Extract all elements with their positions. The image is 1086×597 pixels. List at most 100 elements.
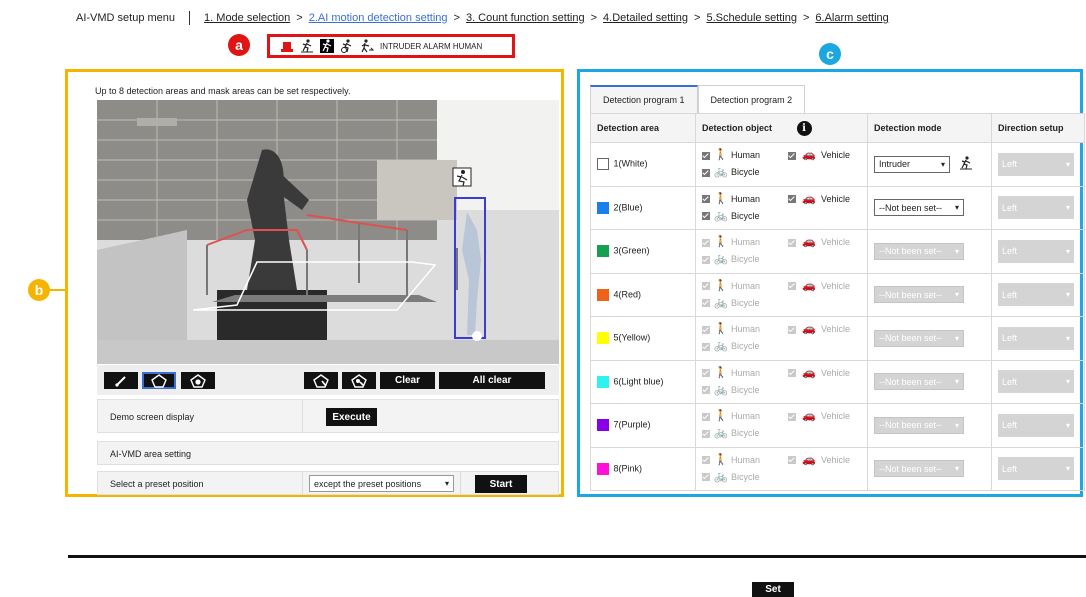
detection-mode-value: --Not been set-- — [879, 202, 943, 213]
vehicle-checkbox[interactable] — [788, 151, 796, 160]
nav-step-schedule-setting[interactable]: 5.Schedule setting — [706, 12, 797, 24]
chevron-down-icon: ▾ — [1065, 333, 1070, 343]
detection-area-cell: 4(Red) — [590, 272, 696, 317]
detection-object-cell: 🚶 Human 🚗 Vehicle 🚲 Bicycle — [695, 229, 868, 274]
direction-select: Left ▾ — [998, 326, 1074, 350]
area-select-icon — [313, 373, 329, 388]
polygon-tool-button[interactable] — [142, 372, 176, 389]
status-text: INTRUDER ALARM HUMAN — [380, 41, 483, 51]
callout-c: c — [819, 43, 841, 65]
area-color-swatch — [597, 245, 609, 258]
human-icon: 🚶 — [714, 192, 728, 205]
row-divider — [460, 472, 461, 494]
bicycle-icon: 🚲 — [714, 470, 728, 483]
area-label: 5(Yellow) — [613, 332, 651, 343]
vehicle-checkbox[interactable] — [788, 195, 796, 204]
vehicle-checkbox[interactable] — [788, 456, 796, 465]
header-detection-mode: Detection mode — [867, 113, 992, 143]
all-clear-button[interactable]: All clear — [439, 372, 545, 389]
vehicle-checkbox[interactable] — [788, 238, 796, 247]
nav-step-count-function[interactable]: 3. Count function setting — [466, 12, 585, 24]
line-tool-button[interactable] — [104, 372, 138, 389]
bicycle-checkbox[interactable] — [702, 342, 710, 351]
vehicle-icon: 🚗 — [802, 149, 816, 162]
vehicle-checkbox[interactable] — [788, 369, 796, 378]
area-select-button[interactable] — [304, 372, 338, 389]
tab-detection-program-2[interactable]: Detection program 2 — [697, 85, 806, 113]
nav-step-ai-motion-detection[interactable]: 2.AI motion detection setting — [309, 12, 448, 24]
human-checkbox[interactable] — [702, 195, 710, 204]
human-label: Human — [731, 237, 761, 248]
camera-preview[interactable] — [97, 100, 559, 364]
direction-value: Left — [1002, 289, 1018, 300]
detection-mode-select[interactable]: Intruder ▾ — [874, 155, 950, 173]
set-button[interactable]: Set — [752, 582, 794, 597]
detection-area-cell: 6(Light blue) — [590, 359, 696, 404]
info-icon[interactable]: i — [796, 120, 812, 136]
chevron-down-icon: ▾ — [954, 290, 959, 300]
header-direction-setup: Direction setup — [991, 113, 1085, 143]
alarm-lamp-icon — [280, 39, 294, 53]
detection-mode-cell: --Not been set-- ▾ — [867, 272, 992, 317]
area-color-swatch — [597, 462, 609, 475]
bicycle-checkbox[interactable] — [702, 168, 710, 177]
nav-step-detailed-setting[interactable]: 4.Detailed setting — [603, 12, 688, 24]
footer-divider — [68, 555, 1086, 558]
chevron-down-icon: ▾ — [1065, 203, 1070, 213]
tab-detection-program-1[interactable]: Detection program 1 — [590, 85, 698, 113]
direction-setup-cell: Left ▾ — [991, 185, 1085, 230]
area-color-swatch — [597, 332, 609, 345]
direction-select: Left ▾ — [998, 370, 1074, 394]
human-checkbox[interactable] — [702, 282, 710, 291]
chevron-down-icon: ▾ — [1065, 290, 1070, 300]
human-checkbox[interactable] — [702, 238, 710, 247]
line-tool-icon — [115, 375, 126, 387]
vehicle-checkbox[interactable] — [788, 412, 796, 421]
mask-polygon-tool-button[interactable] — [181, 372, 215, 389]
chevron-down-icon: ▾ — [954, 333, 959, 343]
detection-object-cell: 🚶 Human 🚗 Vehicle 🚲 Bicycle — [695, 185, 868, 230]
object-line-1: 🚶 Human 🚗 Vehicle — [702, 452, 861, 469]
nav-step-alarm-setting[interactable]: 6.Alarm setting — [815, 12, 888, 24]
detection-area-cell: 3(Green) — [590, 229, 696, 274]
detection-mode-select: --Not been set-- ▾ — [874, 286, 964, 304]
object-line-2: 🚲 Bicycle — [702, 208, 861, 225]
vehicle-checkbox[interactable] — [788, 282, 796, 291]
bicycle-checkbox[interactable] — [702, 473, 710, 482]
vehicle-label: Vehicle — [821, 367, 851, 378]
loitering-icon — [340, 39, 354, 53]
human-checkbox[interactable] — [702, 151, 710, 160]
nav-step-mode-selection[interactable]: 1. Mode selection — [204, 12, 290, 24]
vehicle-icon: 🚗 — [802, 366, 816, 379]
human-checkbox[interactable] — [702, 412, 710, 421]
bicycle-checkbox[interactable] — [702, 429, 710, 438]
chevron-down-icon: ▾ — [1065, 464, 1070, 474]
direction-value: Left — [1002, 202, 1018, 213]
object-line-2: 🚲 Bicycle — [702, 382, 861, 399]
preset-select[interactable]: except the preset positions ▾ — [309, 475, 454, 492]
bicycle-checkbox[interactable] — [702, 212, 710, 221]
bicycle-checkbox[interactable] — [702, 255, 710, 264]
execute-button[interactable]: Execute — [326, 408, 377, 426]
vehicle-checkbox[interactable] — [788, 325, 796, 334]
mask-select-button[interactable] — [342, 372, 376, 389]
clear-button[interactable]: Clear — [380, 372, 435, 389]
direction-value: Left — [1002, 246, 1018, 257]
nav-separator: > — [296, 12, 303, 24]
human-checkbox[interactable] — [702, 325, 710, 334]
detection-object-cell: 🚶 Human 🚗 Vehicle 🚲 Bicycle — [695, 359, 868, 404]
bicycle-checkbox[interactable] — [702, 386, 710, 395]
start-button[interactable]: Start — [475, 475, 527, 493]
detection-area-row: 4(Red) 🚶 Human 🚗 Vehicle 🚲 Bicycle --Not be… — [590, 272, 1085, 317]
human-checkbox[interactable] — [702, 456, 710, 465]
detection-mode-cell: --Not been set-- ▾ — [867, 446, 992, 491]
area-label: 8(Pink) — [613, 463, 643, 474]
nav-separator: > — [694, 12, 701, 24]
direction-value: Left — [1002, 463, 1018, 474]
bicycle-checkbox[interactable] — [702, 299, 710, 308]
human-checkbox[interactable] — [702, 369, 710, 378]
detection-mode-select: --Not been set-- ▾ — [874, 460, 964, 478]
detection-mode-value: --Not been set-- — [879, 289, 943, 300]
detection-mode-select[interactable]: --Not been set-- ▾ — [874, 199, 964, 217]
bicycle-icon: 🚲 — [714, 253, 728, 266]
